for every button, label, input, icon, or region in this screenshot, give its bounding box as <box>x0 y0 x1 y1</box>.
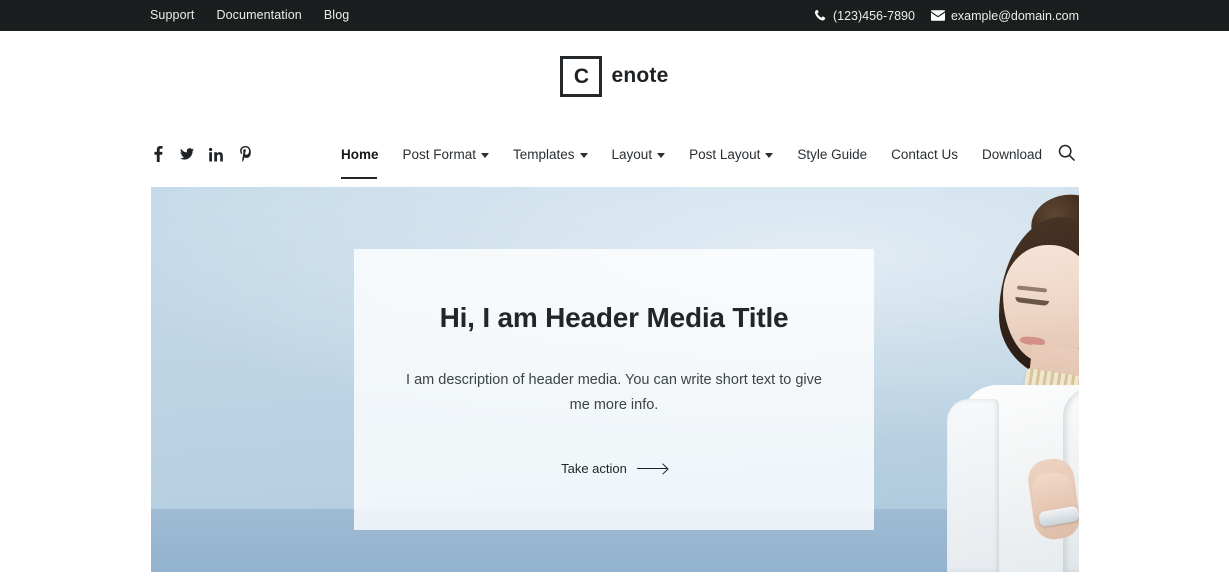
nav-label-templates: Templates <box>513 146 575 162</box>
nav-item-layout[interactable]: Layout <box>600 141 678 168</box>
logo-area: C enote <box>0 31 1229 121</box>
nav-label-post-format: Post Format <box>402 146 476 162</box>
site-logo[interactable]: C enote <box>560 55 669 97</box>
chevron-down-icon <box>657 152 666 158</box>
hero-cta-label: Take action <box>561 460 627 476</box>
primary-menu: Home Post Format Templates Layout Post L… <box>329 141 1054 179</box>
hero-cta-link[interactable]: Take action <box>561 461 667 476</box>
chevron-down-icon <box>765 152 774 158</box>
nav-item-post-layout[interactable]: Post Layout <box>677 141 785 168</box>
linkedin-icon[interactable] <box>209 146 223 162</box>
hero-description: I am description of header media. You ca… <box>406 371 822 413</box>
phone-number: (123)456-7890 <box>832 8 915 23</box>
chevron-down-icon <box>579 152 588 158</box>
envelope-icon <box>930 10 945 21</box>
hero-section-wrapper: Hi, I am Header Media Title I am descrip… <box>0 187 1229 572</box>
topbar-link-blog[interactable]: Blog <box>324 0 349 31</box>
nav-label-home: Home <box>340 146 379 162</box>
nav-item-templates[interactable]: Templates <box>501 141 600 168</box>
nav-label-contact-us: Contact Us <box>891 146 958 162</box>
arrow-right-icon <box>636 467 667 469</box>
search-icon <box>1058 144 1075 164</box>
topbar-link-support[interactable]: Support <box>150 0 194 31</box>
email-address: example@domain.com <box>950 8 1079 23</box>
hero-overlay-card: Hi, I am Header Media Title I am descrip… <box>354 249 874 530</box>
header-media: Hi, I am Header Media Title I am descrip… <box>151 187 1079 572</box>
nav-item-home[interactable]: Home <box>329 141 391 179</box>
nav-label-style-guide: Style Guide <box>797 146 868 162</box>
top-bar-links: Support Documentation Blog <box>150 0 349 31</box>
chevron-down-icon <box>481 152 489 158</box>
nav-item-post-format[interactable]: Post Format <box>390 141 501 168</box>
main-navigation-bar: Home Post Format Templates Layout Post L… <box>0 121 1229 187</box>
twitter-icon[interactable] <box>180 146 194 162</box>
social-links <box>151 146 315 162</box>
phone-icon <box>814 9 827 22</box>
nav-label-download: Download <box>981 146 1042 162</box>
nav-label-post-layout: Post Layout <box>689 146 761 162</box>
facebook-icon[interactable] <box>151 146 165 162</box>
photo-jacket-left <box>947 399 999 572</box>
topbar-link-documentation[interactable]: Documentation <box>216 0 301 31</box>
nav-item-contact-us[interactable]: Contact Us <box>879 141 970 168</box>
email-contact[interactable]: example@domain.com <box>930 8 1079 23</box>
nav-item-download[interactable]: Download <box>970 141 1054 168</box>
logo-mark: C <box>560 55 603 97</box>
top-bar: Support Documentation Blog (123)456-7890… <box>0 0 1229 31</box>
nav-item-style-guide[interactable]: Style Guide <box>785 141 879 168</box>
pinterest-icon[interactable] <box>238 146 252 162</box>
top-bar-contact: (123)456-7890 example@domain.com <box>814 9 1079 23</box>
hero-title: Hi, I am Header Media Title <box>439 302 789 333</box>
phone-contact[interactable]: (123)456-7890 <box>814 9 915 23</box>
nav-label-layout: Layout <box>611 146 653 162</box>
logo-wordmark: enote <box>611 64 669 87</box>
search-toggle-button[interactable] <box>1054 140 1079 168</box>
